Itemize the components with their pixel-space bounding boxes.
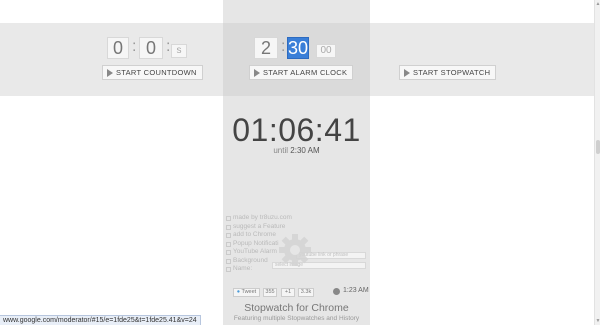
- play-icon: [107, 69, 113, 77]
- tag-icon: [226, 267, 231, 272]
- alarm-minute-field[interactable]: 30: [287, 37, 309, 59]
- colon: :: [132, 38, 137, 55]
- start-stopwatch-label: START STOPWATCH: [413, 68, 491, 77]
- tweet-label: Tweet: [241, 289, 257, 295]
- until-prefix: until: [273, 146, 289, 155]
- status-bar-url: www.google.com/moderator/#15/e=1fde25&t=…: [0, 315, 201, 325]
- clock-icon: [333, 288, 340, 295]
- start-countdown-label: START COUNTDOWN: [116, 68, 197, 77]
- play-icon: [254, 69, 260, 77]
- colon: :: [166, 38, 171, 55]
- start-countdown-button[interactable]: START COUNTDOWN: [102, 65, 203, 80]
- colon: :: [281, 38, 286, 55]
- play-icon: [404, 69, 410, 77]
- tweet-count: 355: [263, 288, 277, 297]
- menu-label: suggest a Feature: [233, 222, 286, 230]
- tweet-button[interactable]: ● Tweet: [233, 288, 260, 297]
- vertical-scrollbar[interactable]: ▲ ▼: [594, 0, 600, 325]
- plus-icon: [226, 233, 231, 238]
- menu-label: Name:: [233, 265, 253, 272]
- countdown-hours-field[interactable]: 0: [107, 37, 129, 59]
- fb-count: 3.3k: [298, 288, 314, 297]
- until-time: 2:30 AM: [290, 146, 320, 155]
- alarm-band: [223, 23, 370, 96]
- scroll-thumb[interactable]: [596, 140, 600, 154]
- link-icon: [226, 216, 231, 221]
- twitter-icon: ●: [236, 289, 241, 295]
- countdown-display: 01:06:41: [232, 112, 361, 148]
- start-alarm-label: START ALARM CLOCK: [263, 68, 348, 77]
- until-text: until 2:30 AM: [223, 146, 370, 155]
- menu-label: YouTube Alarm: [233, 248, 277, 255]
- image-icon: [226, 258, 231, 264]
- lightbulb-icon: [226, 224, 231, 230]
- menu-label: made by tr8uzu.com: [233, 214, 292, 221]
- checkbox-icon[interactable]: [226, 250, 231, 255]
- countdown-minutes-field[interactable]: 0: [139, 37, 163, 59]
- app-subtitle: Featuring multiple Stopwatches and Histo…: [233, 315, 360, 322]
- menu-item-suggest-feature[interactable]: suggest a Feature: [226, 223, 368, 232]
- menu-label: add to Chrome: [233, 231, 276, 238]
- checkbox-icon[interactable]: [226, 241, 231, 247]
- countdown-seconds-field[interactable]: s: [171, 44, 187, 58]
- menu-label: Popup Notificati: [233, 239, 279, 247]
- app-title[interactable]: Stopwatch for Chrome: [223, 302, 370, 314]
- start-stopwatch-button[interactable]: START STOPWATCH: [399, 65, 497, 80]
- menu-item-made-by[interactable]: made by tr8uzu.com: [226, 214, 368, 223]
- scroll-up-icon[interactable]: ▲: [595, 0, 600, 8]
- alarm-hour-field[interactable]: 2: [254, 37, 278, 59]
- gear-icon[interactable]: [277, 232, 313, 268]
- start-alarm-clock-button[interactable]: START ALARM CLOCK: [249, 65, 354, 80]
- menu-label: Background: [233, 256, 268, 264]
- scroll-down-icon[interactable]: ▼: [595, 317, 600, 325]
- current-time: 1:23 AM: [343, 287, 369, 294]
- alarm-second-field[interactable]: 00: [316, 44, 336, 58]
- gplus-button[interactable]: +1: [281, 288, 295, 297]
